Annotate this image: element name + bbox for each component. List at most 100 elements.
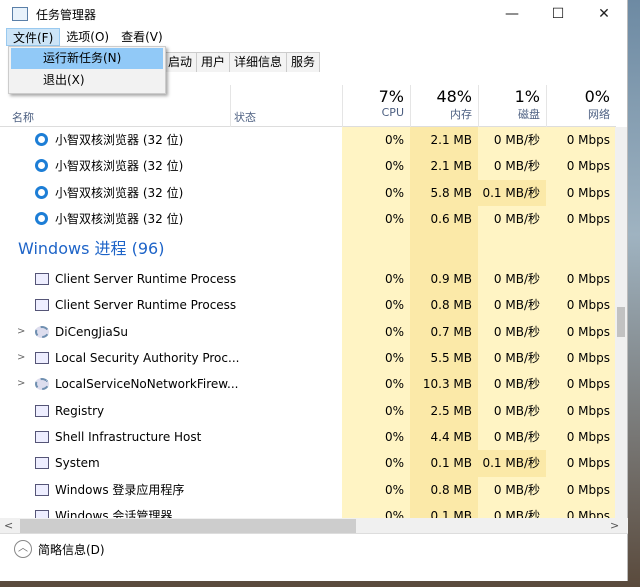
memory-cell: 10.3 MB (410, 371, 478, 398)
process-row[interactable]: > DiCengJiaSu 0% 0.7 MB 0 MB/秒 0 Mbps (0, 318, 616, 346)
menu-item-exit[interactable]: 退出(X) (11, 70, 163, 91)
process-name: Windows 登录应用程序 (55, 482, 185, 497)
process-icon (35, 430, 49, 443)
tab-details[interactable]: 详细信息 (229, 52, 288, 72)
gear-icon (35, 378, 49, 391)
memory-label: 内存 (450, 108, 472, 121)
process-list: 小智双核浏览器 (32 位) 0% 2.1 MB 0 MB/秒 0 Mbps 小智双核浏览… (0, 127, 616, 518)
tab-startup[interactable]: 启动 (163, 52, 198, 72)
process-row[interactable]: 小智双核浏览器 (32 位) 0% 2.1 MB 0 MB/秒 0 Mbps (0, 127, 616, 154)
process-row[interactable]: Windows 会话管理器 0% 0.1 MB 0 MB/秒 0 Mbps (0, 502, 616, 518)
process-row[interactable]: Client Server Runtime Process 0% 0.9 MB 0 M… (0, 266, 616, 293)
chevron-up-icon: ︿ (14, 540, 32, 558)
process-row[interactable]: 小智双核浏览器 (32 位) 0% 2.1 MB 0 MB/秒 0 Mbps (0, 153, 616, 180)
disk-cell: 0 MB/秒 (478, 371, 546, 398)
process-row[interactable]: 小智双核浏览器 (32 位) 0% 0.6 MB 0 MB/秒 0 Mbps (0, 205, 616, 233)
column-name[interactable]: 名称 (12, 109, 34, 125)
process-icon (35, 352, 49, 365)
process-name: Shell Infrastructure Host (55, 429, 202, 444)
expand-chevron-icon[interactable]: > (17, 319, 25, 345)
menu-item-run-new-task[interactable]: 运行新任务(N) (11, 48, 163, 69)
process-name: Client Server Runtime Process (55, 298, 237, 313)
memory-cell: 0.6 MB (410, 205, 478, 233)
disk-cell: 0.1 MB/秒 (478, 179, 546, 206)
expand-chevron-icon[interactable]: > (17, 345, 25, 371)
column-cpu[interactable]: 7% CPU (342, 85, 410, 127)
network-total: 0% (584, 87, 610, 106)
process-icon (35, 404, 49, 417)
process-row[interactable]: Registry 0% 2.5 MB 0 MB/秒 0 Mbps (0, 397, 616, 424)
process-row[interactable]: System 0% 0.1 MB 0.1 MB/秒 0 Mbps (0, 450, 616, 477)
process-name: Client Server Runtime Process (55, 272, 237, 287)
menu-file[interactable]: 文件(F) (6, 28, 61, 46)
browser-icon (35, 185, 48, 199)
cpu-cell: 0% (342, 397, 410, 424)
process-row[interactable]: > Local Security Authority Proc... 0% 5.5 M… (0, 345, 616, 372)
memory-cell: 2.1 MB (410, 127, 478, 154)
vertical-scrollbar[interactable] (615, 127, 627, 518)
disk-total: 1% (514, 87, 540, 106)
gear-icon (35, 325, 49, 338)
fewer-details-button[interactable]: ︿ 简略信息(D) (14, 540, 105, 558)
memory-cell: 0.7 MB (410, 318, 478, 346)
cpu-cell: 0% (342, 127, 410, 154)
memory-cell: 5.5 MB (410, 345, 478, 372)
tab-users[interactable]: 用户 (196, 52, 231, 72)
menu-view[interactable]: 查看(V) (115, 28, 169, 46)
memory-total: 48% (436, 87, 472, 106)
cpu-cell: 0% (342, 292, 410, 319)
horizontal-scrollbar[interactable]: < > (0, 518, 628, 534)
menu-options[interactable]: 选项(O) (60, 28, 115, 46)
cpu-cell: 0% (342, 423, 410, 451)
scroll-left-icon[interactable]: < (4, 518, 13, 534)
process-row[interactable]: 小智双核浏览器 (32 位) 0% 5.8 MB 0.1 MB/秒 0 Mbps (0, 179, 616, 206)
network-cell: 0 Mbps (546, 153, 616, 180)
vertical-scroll-thumb[interactable] (617, 307, 625, 337)
column-disk[interactable]: 1% 磁盘 (478, 85, 546, 127)
file-menu-dropdown: 运行新任务(N) 退出(X) (8, 46, 166, 94)
memory-cell: 2.1 MB (410, 153, 478, 180)
cpu-label: CPU (381, 106, 404, 119)
network-cell: 0 Mbps (546, 397, 616, 424)
horizontal-scroll-thumb[interactable] (20, 519, 356, 533)
process-icon (35, 457, 49, 470)
process-row[interactable]: Client Server Runtime Process 0% 0.8 MB 0 M… (0, 292, 616, 319)
network-cell: 0 Mbps (546, 127, 616, 154)
group-header[interactable]: Windows 进程 (96) (0, 232, 616, 267)
column-network[interactable]: 0% 网络 (546, 85, 616, 127)
close-button[interactable]: ✕ (581, 0, 627, 28)
memory-cell: 2.5 MB (410, 397, 478, 424)
column-memory[interactable]: 48% 内存 (410, 85, 478, 127)
process-row[interactable]: > LocalServiceNoNetworkFirew... 0% 10.3 MB 0… (0, 371, 616, 398)
memory-cell: 5.8 MB (410, 179, 478, 206)
disk-cell: 0 MB/秒 (478, 205, 546, 233)
task-manager-icon (12, 7, 28, 21)
disk-cell: 0 MB/秒 (478, 292, 546, 319)
memory-cell: 0.1 MB (410, 502, 478, 518)
cpu-cell: 0% (342, 450, 410, 477)
cpu-cell: 0% (342, 371, 410, 398)
expand-chevron-icon[interactable]: > (17, 371, 25, 397)
memory-cell: 0.1 MB (410, 450, 478, 477)
tab-services[interactable]: 服务 (286, 52, 321, 72)
cpu-cell: 0% (342, 205, 410, 233)
process-row[interactable]: Shell Infrastructure Host 0% 4.4 MB 0 MB/秒 0… (0, 423, 616, 451)
disk-cell: 0 MB/秒 (478, 127, 546, 154)
network-cell: 0 Mbps (546, 205, 616, 233)
disk-label: 磁盘 (518, 108, 540, 121)
network-cell: 0 Mbps (546, 318, 616, 346)
cpu-cell: 0% (342, 476, 410, 503)
minimize-button[interactable]: — (489, 0, 535, 28)
process-row[interactable]: Windows 登录应用程序 0% 0.8 MB 0 MB/秒 0 Mbps (0, 476, 616, 503)
network-cell: 0 Mbps (546, 423, 616, 451)
network-cell: 0 Mbps (546, 345, 616, 372)
network-cell: 0 Mbps (546, 179, 616, 206)
disk-cell: 0 MB/秒 (478, 153, 546, 180)
maximize-button[interactable]: ☐ (535, 0, 581, 28)
process-icon (35, 509, 49, 518)
process-name: 小智双核浏览器 (32 位) (55, 133, 184, 147)
scroll-right-icon[interactable]: > (610, 518, 619, 534)
fewer-details-label: 简略信息(D) (38, 542, 105, 557)
network-cell: 0 Mbps (546, 266, 616, 293)
network-cell: 0 Mbps (546, 476, 616, 503)
